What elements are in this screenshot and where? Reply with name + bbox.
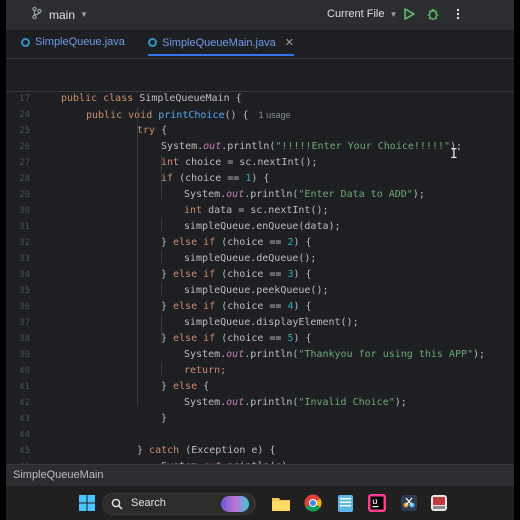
code-line-row: 33 } else if (choice == 3) { bbox=[6, 235, 514, 280]
tab-simplequeuemain[interactable]: SimpleQueueMain.java ✕ bbox=[148, 36, 294, 56]
text-cursor-icon: I bbox=[450, 147, 458, 162]
status-breadcrumb[interactable]: SimpleQueueMain bbox=[13, 469, 104, 481]
close-icon[interactable]: ✕ bbox=[285, 36, 294, 49]
ide-window: main ▼ Current File ▼ SimpleQueue.java S… bbox=[6, 0, 514, 520]
code-editor[interactable]: 5 public class SimpleQueueMain { 17 publ… bbox=[6, 59, 514, 504]
code-line-row: 39 return; bbox=[6, 331, 514, 376]
branch-selector[interactable]: main ▼ bbox=[32, 6, 88, 22]
tab-label: SimpleQueue.java bbox=[35, 36, 125, 48]
java-class-icon bbox=[148, 38, 157, 47]
debug-icon[interactable] bbox=[425, 6, 441, 22]
code-line-row: 32 simpleQueue.deQueue(); bbox=[6, 219, 514, 264]
chrome-icon[interactable] bbox=[302, 492, 324, 514]
more-options-icon[interactable] bbox=[450, 6, 466, 22]
java-class-icon bbox=[21, 37, 30, 47]
git-branch-icon bbox=[32, 6, 42, 22]
code-line-row: 43 bbox=[6, 395, 514, 424]
intellij-icon[interactable]: IJ bbox=[366, 492, 388, 514]
run-configuration-selector[interactable]: Current File ▼ bbox=[327, 8, 397, 20]
code-line-row: 46 } bbox=[6, 443, 514, 488]
code-line-row: 42 } bbox=[6, 379, 514, 424]
branch-name: main bbox=[49, 7, 76, 22]
code-line-row: 25 System.out.println("!!!!!Enter Your C… bbox=[6, 107, 514, 152]
code-line-row: 24 try { bbox=[6, 91, 514, 136]
code-line-row: 45 System.out.println(e); bbox=[6, 427, 514, 472]
code-line-row: 27 if (choice == 1) { bbox=[6, 139, 514, 184]
svg-text:IJ: IJ bbox=[373, 500, 378, 506]
code-line-row: 36 simpleQueue.displayElement(); bbox=[6, 283, 514, 328]
code-line-row: 30 simpleQueue.enQueue(data); bbox=[6, 187, 514, 232]
sticky-header-method: 17 public void printChoice() {1 usage bbox=[6, 75, 514, 121]
chevron-down-icon: ▼ bbox=[389, 9, 398, 19]
code-line-row: 31 } else if (choice == 2) { bbox=[6, 203, 514, 248]
code-line-row: 40 } else { bbox=[6, 347, 514, 392]
main-toolbar: main ▼ Current File ▼ bbox=[6, 0, 514, 30]
tab-label: SimpleQueueMain.java bbox=[162, 36, 276, 49]
code-line-row: 44 } catch (Exception e) { bbox=[6, 411, 514, 456]
code-line-row: 35 } else if (choice == 4) { bbox=[6, 267, 514, 312]
file-explorer-icon[interactable] bbox=[270, 492, 292, 514]
notepad-icon[interactable] bbox=[334, 492, 356, 514]
code-line-row: 34 simpleQueue.peekQueue(); bbox=[6, 251, 514, 296]
taskbar-search-box[interactable]: Search bbox=[102, 493, 256, 515]
run-icon[interactable] bbox=[401, 6, 417, 22]
run-config-label: Current File bbox=[327, 8, 385, 20]
status-bar: SimpleQueueMain bbox=[6, 464, 514, 487]
snipping-tool-icon[interactable] bbox=[398, 492, 420, 514]
search-highlight-icon bbox=[221, 496, 249, 512]
code-line-row: 41 System.out.println("Invalid Choice"); bbox=[6, 363, 514, 408]
editor-tab-bar: SimpleQueue.java SimpleQueueMain.java ✕ bbox=[6, 30, 514, 59]
code-line-row: 38 System.out.println("Thankyou for usin… bbox=[6, 315, 514, 360]
code-line-row: 37 } else if (choice == 5) { bbox=[6, 299, 514, 344]
media-player-icon[interactable] bbox=[428, 492, 450, 514]
windows-start-icon[interactable] bbox=[76, 492, 98, 514]
chevron-down-icon: ▼ bbox=[80, 10, 88, 19]
search-icon bbox=[111, 497, 123, 510]
tab-simplequeue[interactable]: SimpleQueue.java bbox=[21, 36, 125, 48]
code-line-row: 29 int data = sc.nextInt(); bbox=[6, 171, 514, 216]
code-line-row: 28 System.out.println("Enter Data to ADD… bbox=[6, 155, 514, 200]
sticky-header-class: 5 public class SimpleQueueMain { bbox=[6, 59, 514, 104]
code-line-row: 26 int choice = sc.nextInt(); bbox=[6, 123, 514, 168]
search-label: Search bbox=[131, 497, 166, 509]
